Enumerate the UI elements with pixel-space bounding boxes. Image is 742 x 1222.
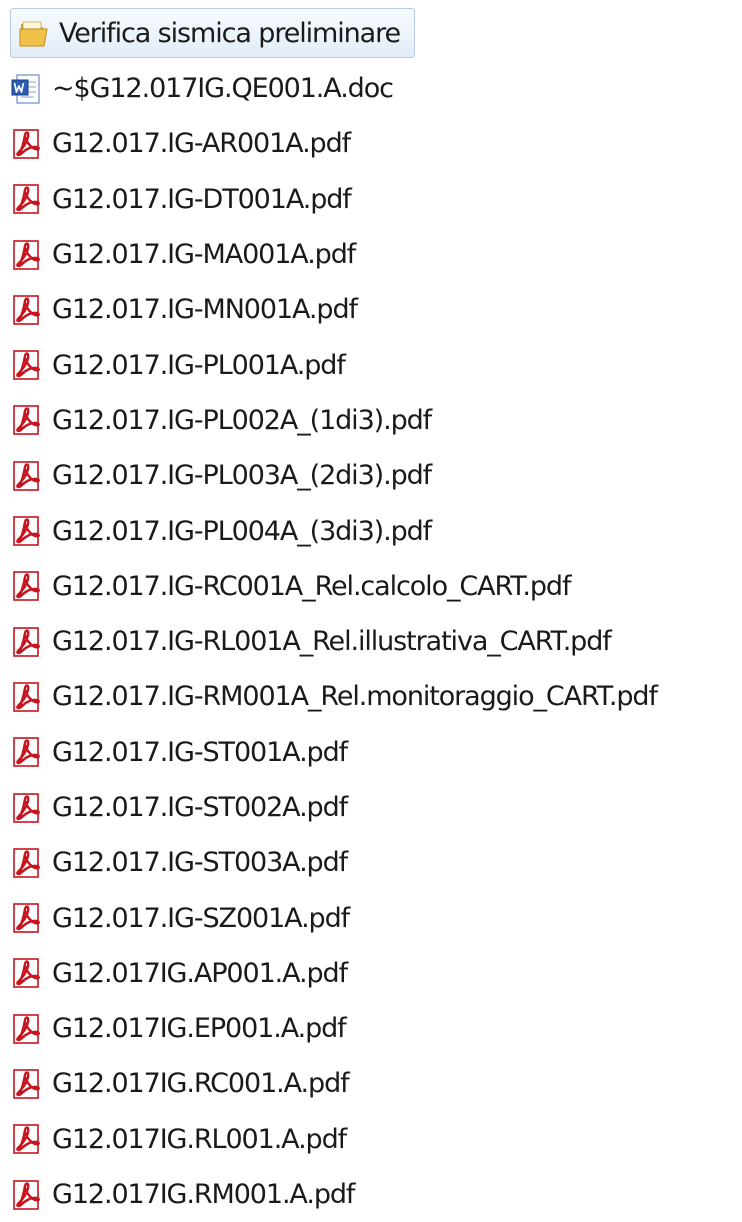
file-name: G12.017.IG-PL001A.pdf: [52, 349, 346, 381]
file-name: G12.017.IG-RC001A_Rel.calcolo_CART.pdf: [52, 570, 571, 602]
pdf-icon: [10, 514, 44, 548]
file-list: Verifica sismica preliminare ~$G12.017IG…: [10, 5, 742, 1222]
file-name: G12.017.IG-PL002A_(1di3).pdf: [52, 404, 432, 436]
pdf-file-item[interactable]: G12.017IG.RM001.A.pdf: [10, 1167, 742, 1222]
file-name: G12.017IG.EP001.A.pdf: [52, 1013, 347, 1045]
pdf-file-item[interactable]: G12.017.IG-RC001A_Rel.calcolo_CART.pdf: [10, 559, 742, 614]
pdf-file-item[interactable]: G12.017IG.RC001.A.pdf: [10, 1056, 742, 1111]
file-rows: ~$G12.017IG.QE001.A.doc G12.017.IG-AR001…: [10, 61, 742, 1222]
pdf-icon: [10, 182, 44, 216]
pdf-file-item[interactable]: G12.017.IG-PL003A_(2di3).pdf: [10, 448, 742, 503]
pdf-icon: [10, 846, 44, 880]
file-name: G12.017.IG-ST003A.pdf: [52, 847, 348, 879]
pdf-file-item[interactable]: G12.017.IG-DT001A.pdf: [10, 172, 742, 227]
file-name: G12.017IG.RC001.A.pdf: [52, 1068, 350, 1100]
file-name: G12.017IG.RM001.A.pdf: [52, 1179, 355, 1211]
file-name: G12.017.IG-DT001A.pdf: [52, 183, 352, 215]
pdf-icon: [10, 1067, 44, 1101]
pdf-file-item[interactable]: G12.017.IG-ST003A.pdf: [10, 835, 742, 890]
pdf-file-item[interactable]: G12.017.IG-ST001A.pdf: [10, 725, 742, 780]
folder-icon: [17, 16, 51, 50]
pdf-file-item[interactable]: G12.017IG.AP001.A.pdf: [10, 946, 742, 1001]
folder-selection-highlight[interactable]: Verifica sismica preliminare: [10, 8, 416, 58]
pdf-file-item[interactable]: G12.017.IG-ST002A.pdf: [10, 780, 742, 835]
pdf-icon: [10, 238, 44, 272]
pdf-file-item[interactable]: G12.017.IG-RM001A_Rel.monitoraggio_CART.…: [10, 669, 742, 724]
file-name: G12.017.IG-AR001A.pdf: [52, 128, 351, 160]
pdf-icon: [10, 680, 44, 714]
file-name: G12.017.IG-MA001A.pdf: [52, 239, 356, 271]
file-name: G12.017.IG-RM001A_Rel.monitoraggio_CART.…: [52, 681, 658, 713]
pdf-file-item[interactable]: G12.017.IG-PL004A_(3di3).pdf: [10, 503, 742, 558]
pdf-file-item[interactable]: G12.017IG.EP001.A.pdf: [10, 1001, 742, 1056]
file-name: G12.017.IG-MN001A.pdf: [52, 294, 358, 326]
pdf-icon: [10, 293, 44, 327]
pdf-icon: [10, 127, 44, 161]
file-name: G12.017.IG-PL003A_(2di3).pdf: [52, 460, 432, 492]
pdf-file-item[interactable]: G12.017.IG-MA001A.pdf: [10, 227, 742, 282]
pdf-file-item[interactable]: G12.017.IG-RL001A_Rel.illustrativa_CART.…: [10, 614, 742, 669]
file-name: G12.017.IG-ST001A.pdf: [52, 736, 348, 768]
pdf-icon: [10, 1122, 44, 1156]
pdf-icon: [10, 569, 44, 603]
pdf-file-item[interactable]: G12.017.IG-MN001A.pdf: [10, 282, 742, 337]
pdf-icon: [10, 791, 44, 825]
pdf-file-item[interactable]: G12.017IG.RL001.A.pdf: [10, 1112, 742, 1167]
doc-file-item[interactable]: ~$G12.017IG.QE001.A.doc: [10, 61, 742, 116]
pdf-file-item[interactable]: G12.017.IG-SZ001A.pdf: [10, 890, 742, 945]
file-name: G12.017.IG-RL001A_Rel.illustrativa_CART.…: [52, 626, 612, 658]
pdf-icon: [10, 459, 44, 493]
word-doc-icon: [10, 72, 44, 106]
pdf-icon: [10, 625, 44, 659]
pdf-file-item[interactable]: G12.017.IG-AR001A.pdf: [10, 116, 742, 171]
pdf-icon: [10, 901, 44, 935]
pdf-icon: [10, 1012, 44, 1046]
pdf-icon: [10, 403, 44, 437]
file-name: G12.017IG.RL001.A.pdf: [52, 1123, 347, 1155]
file-name: G12.017.IG-PL004A_(3di3).pdf: [52, 515, 432, 547]
pdf-icon: [10, 956, 44, 990]
pdf-file-item[interactable]: G12.017.IG-PL002A_(1di3).pdf: [10, 393, 742, 448]
pdf-icon: [10, 348, 44, 382]
pdf-file-item[interactable]: G12.017.IG-PL001A.pdf: [10, 337, 742, 392]
file-name: G12.017IG.AP001.A.pdf: [52, 957, 348, 989]
file-name: G12.017.IG-SZ001A.pdf: [52, 902, 350, 934]
file-name: ~$G12.017IG.QE001.A.doc: [52, 73, 394, 105]
file-name: G12.017.IG-ST002A.pdf: [52, 792, 348, 823]
folder-name: Verifica sismica preliminare: [59, 17, 401, 49]
pdf-icon: [10, 735, 44, 769]
folder-item[interactable]: Verifica sismica preliminare: [10, 5, 742, 61]
pdf-icon: [10, 1178, 44, 1212]
